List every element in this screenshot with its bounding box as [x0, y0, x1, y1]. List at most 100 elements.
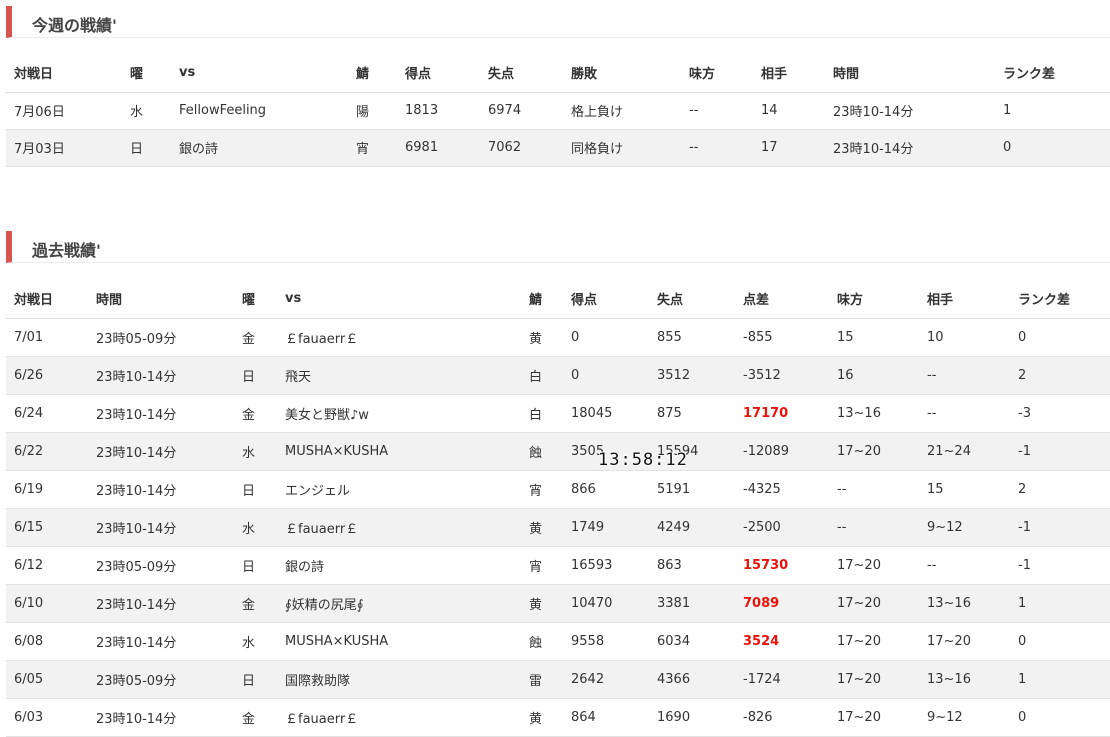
past-cell: -3 [1018, 405, 1031, 421]
past-cell: 17~20 [927, 633, 971, 649]
table-row: 6/22 23時10-14分水 MUSHA×KUSHA 蝕 3505 15594 -1208… [6, 432, 1110, 470]
past-cell: 23時10-14分 [96, 483, 177, 499]
past-cell: 2642 [571, 671, 605, 687]
past-cell: 日 [242, 673, 256, 689]
past-cell: 蝕 [529, 445, 543, 461]
section-title-weekly: 今週の戦績' [6, 6, 1110, 38]
weekly-cell: 銀の詩 [179, 142, 219, 157]
past-cell: -4325 [743, 481, 781, 497]
table-row: 6/26 23時10-14分 日 飛天 白 0 3512 -3512 16 -- 2 [6, 356, 1110, 394]
past-cell: エンジェル [285, 483, 351, 499]
weekly-cell: 7月06日 [14, 105, 65, 120]
weekly-header-5: 失点 [488, 67, 515, 83]
past-cell: 23時05-09分 [96, 331, 177, 347]
past-cell: 黄 [529, 597, 543, 613]
past-cell: 日 [242, 369, 256, 385]
table-row: 6/15 23時10-14分 水 ￡fauaerr￡ 黄 1749 4249 -2500 -- 9… [6, 508, 1110, 546]
past-cell: 9~12 [927, 709, 963, 725]
past-cell: -1 [1018, 557, 1031, 573]
past-cell: 1 [1018, 595, 1027, 611]
past-cell: 6/22 [14, 443, 44, 459]
past-cell: ∮妖精の尻尾∮ [285, 597, 364, 613]
past-cell: 飛天 [285, 369, 312, 385]
weekly-header-6: 勝敗 [571, 67, 598, 83]
weekly-cell: -- [689, 103, 699, 118]
past-cell: 蝕 [529, 635, 543, 651]
past-cell: 866 [571, 481, 596, 497]
weekly-title: 今週の戦績' [32, 16, 117, 35]
past-cell: 17~20 [837, 671, 881, 687]
past-header-0: 対戦日 [14, 293, 54, 309]
past-cell: 23時05-09分 [96, 673, 177, 689]
past-cell: -1 [1018, 443, 1031, 459]
past-cell: ￡fauaerr￡ [285, 711, 359, 727]
table-row: 6/19 23時10-14分 日 エンジェル 宵 866 5191 -4325 -- 15 2 [6, 470, 1110, 508]
past-cell: 国際救助隊 [285, 673, 351, 689]
weekly-cell: 23時10-14分 [833, 142, 914, 157]
past-header-9: 相手 [927, 293, 954, 309]
weekly-cell: 宵 [356, 142, 370, 157]
past-body: 7/01 23時05-09分金 ￡fauaerr￡ 黄 0 855 -855 15 10 0 6/2… [6, 318, 1110, 736]
past-cell: 23時10-14分 [96, 597, 177, 613]
past-cell: 16 [837, 367, 854, 383]
past-cell: 3512 [657, 367, 691, 383]
past-cell: 18045 [571, 405, 613, 421]
past-cell: 5191 [657, 481, 691, 497]
weekly-cell: 6974 [488, 103, 522, 118]
past-header-10: ランク差 [1018, 293, 1071, 309]
weekly-header-3: 鯖 [356, 67, 370, 83]
past-cell: 宵 [529, 483, 543, 499]
past-cell: 4366 [657, 671, 691, 687]
past-cell: 日 [242, 483, 256, 499]
past-cell: 13~16 [837, 405, 881, 421]
past-cell: 9~12 [927, 519, 963, 535]
past-cell: 日 [242, 559, 256, 575]
past-cell: ￡fauaerr￡ [285, 331, 359, 347]
past-cell: 銀の詩 [285, 559, 325, 575]
past-cell: -- [837, 519, 847, 535]
past-cell: 17~20 [837, 709, 881, 725]
past-cell: 水 [242, 445, 256, 461]
weekly-cell: 格上負け [571, 105, 624, 120]
past-cell: 23時10-14分 [96, 635, 177, 651]
past-cell: 15730 [743, 557, 789, 573]
weekly-cell: 14 [761, 103, 778, 118]
past-cell: 21~24 [927, 443, 971, 459]
past-cell: 雷 [529, 673, 543, 689]
weekly-cell: 23時10-14分 [833, 105, 914, 120]
weekly-cell: -- [689, 140, 699, 155]
weekly-header-row: 対戦日 曜 vs 鯖 得点 失点 勝敗 味方 相手 時間 ランク差 [6, 54, 1110, 92]
past-cell: 6/19 [14, 481, 44, 497]
past-cell: 6/24 [14, 405, 44, 421]
past-cell: 7089 [743, 595, 780, 611]
past-cell: 855 [657, 329, 682, 345]
past-cell: 6/08 [14, 633, 44, 649]
past-cell: 金 [242, 597, 256, 613]
past-cell: 17~20 [837, 557, 881, 573]
past-cell: -12089 [743, 443, 790, 459]
past-cell: -- [927, 405, 937, 421]
past-results-table: 対戦日 時間曜 vs 鯖得点 失点 点差 味方 相手 ランク差 7/01 23時05-09分金 ￡f… [6, 280, 1110, 737]
weekly-cell: 1 [1003, 103, 1012, 118]
past-cell: -1 [1018, 519, 1031, 535]
past-cell: 17~20 [837, 443, 881, 459]
past-cell: 10 [927, 329, 944, 345]
past-cell: 白 [529, 369, 543, 385]
table-row: 7/01 23時05-09分 金 ￡fauaerr￡ 黄 0 855 -855 15 10 0 [6, 318, 1110, 356]
past-cell: 金 [242, 331, 256, 347]
past-cell: 0 [571, 367, 580, 383]
past-cell: 875 [657, 405, 682, 421]
past-cell: 15 [927, 481, 944, 497]
weekly-header-8: 相手 [761, 67, 788, 83]
past-header-7: 点差 [743, 293, 770, 309]
past-cell: 3381 [657, 595, 691, 611]
past-cell: 6034 [657, 633, 691, 649]
weekly-cell: 陽 [356, 105, 370, 120]
past-cell: 美女と野獣♪w [285, 407, 369, 423]
past-title: 過去戦績' [32, 241, 101, 260]
past-cell: MUSHA×KUSHA [285, 443, 389, 459]
past-cell: 864 [571, 709, 596, 725]
past-cell: 1749 [571, 519, 605, 535]
past-cell: 6/03 [14, 709, 44, 725]
weekly-cell: 水 [130, 105, 144, 120]
